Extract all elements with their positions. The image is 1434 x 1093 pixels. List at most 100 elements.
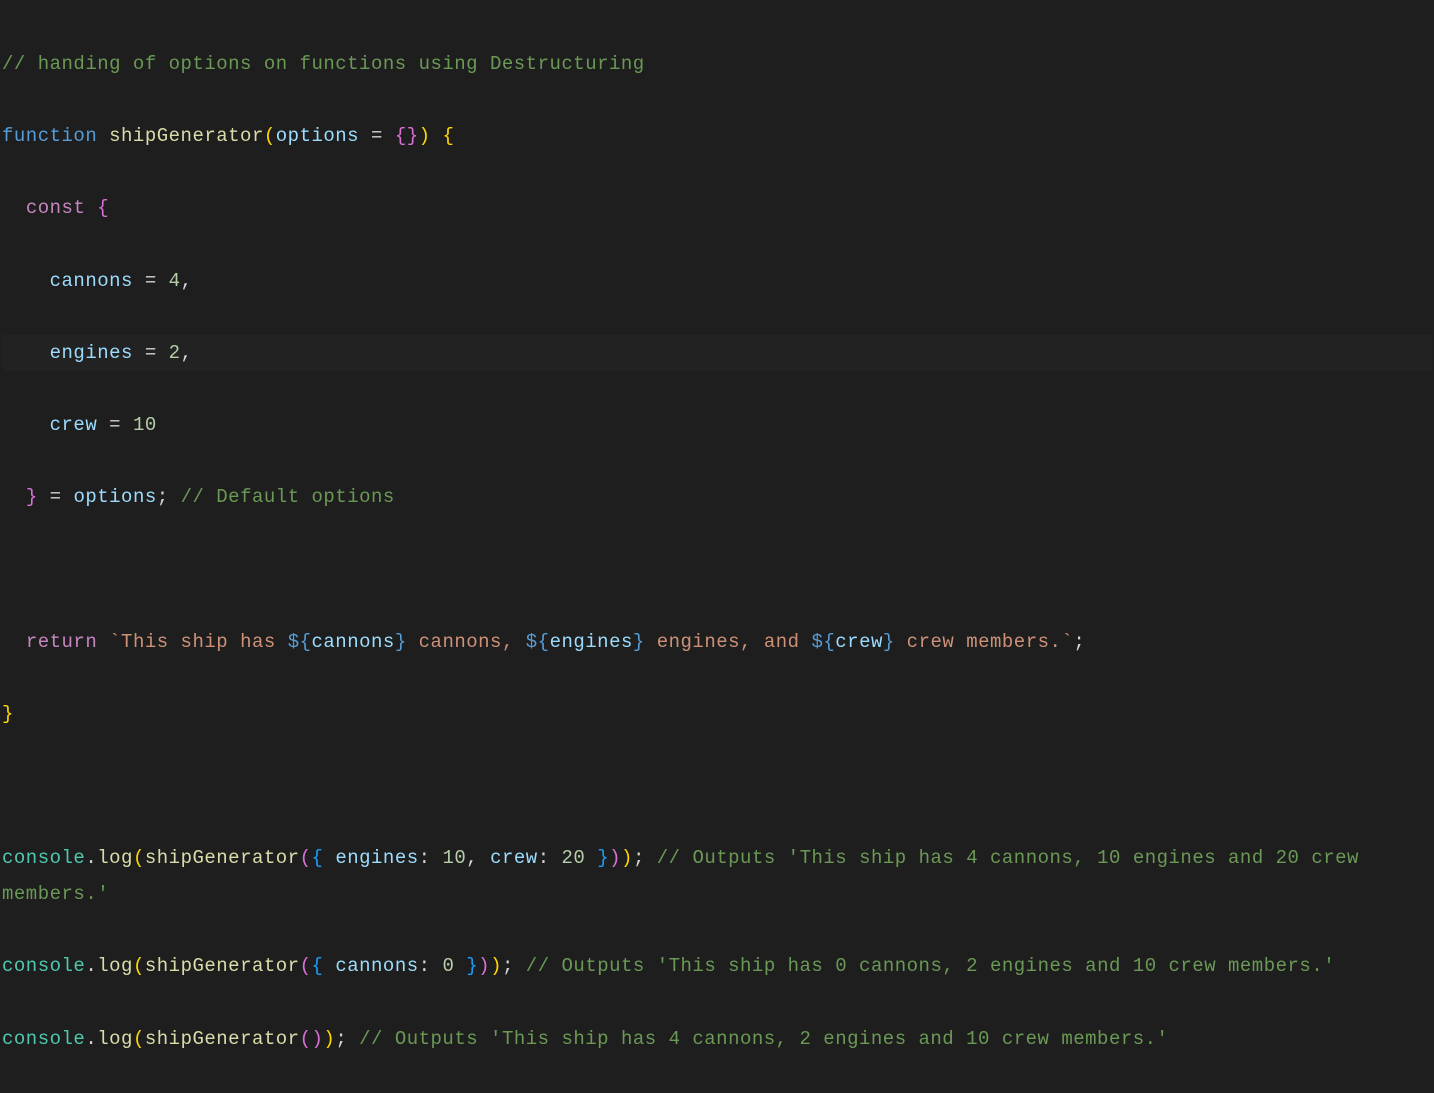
property: cannons — [335, 955, 418, 977]
function-call: shipGenerator — [145, 1028, 300, 1050]
code-line[interactable]: console.log(shipGenerator()); // Outputs… — [2, 1021, 1432, 1057]
comma: , — [181, 270, 193, 292]
brace: } — [466, 955, 478, 977]
number: 10 — [133, 414, 157, 436]
string-literal: This ship has — [121, 631, 288, 653]
paren: ( — [133, 955, 145, 977]
template-expr: ${ — [811, 631, 835, 653]
keyword: const — [26, 197, 86, 219]
brace: } — [26, 486, 38, 508]
number: 4 — [169, 270, 181, 292]
template-expr: ${ — [288, 631, 312, 653]
method: log — [97, 1028, 133, 1050]
variable: options — [73, 486, 156, 508]
function-call: shipGenerator — [145, 955, 300, 977]
operator: = — [359, 125, 395, 147]
property: engines — [335, 847, 418, 869]
dot: . — [85, 1028, 97, 1050]
comma: , — [466, 847, 478, 869]
operator: = — [133, 270, 169, 292]
paren: ( — [300, 955, 312, 977]
space — [85, 197, 97, 219]
code-line[interactable] — [2, 551, 1432, 587]
object: console — [2, 847, 85, 869]
dot: . — [85, 955, 97, 977]
colon: : — [538, 847, 550, 869]
colon: : — [419, 847, 431, 869]
method: log — [97, 847, 133, 869]
semicolon: ; — [633, 847, 645, 869]
code-line[interactable]: console.log(shipGenerator({ cannons: 0 }… — [2, 948, 1432, 984]
indent — [2, 197, 26, 219]
comment-text: // Outputs 'This ship has 0 cannons, 2 e… — [514, 955, 1335, 977]
number: 20 — [562, 847, 586, 869]
code-line[interactable]: // handing of options on functions using… — [2, 46, 1432, 82]
method: log — [97, 955, 133, 977]
paren: ( — [300, 847, 312, 869]
template-close: } — [395, 631, 407, 653]
space — [585, 847, 597, 869]
paren: ) — [490, 955, 502, 977]
brace: { — [312, 847, 324, 869]
code-line[interactable]: console.log(shipGenerator({ engines: 10,… — [2, 840, 1432, 912]
brace: } — [2, 703, 14, 725]
brace: } — [597, 847, 609, 869]
object: console — [2, 1028, 85, 1050]
brace: { — [97, 197, 109, 219]
template-close: } — [883, 631, 895, 653]
code-editor[interactable]: // handing of options on functions using… — [2, 10, 1432, 1093]
code-line[interactable]: } — [2, 696, 1432, 732]
code-line[interactable]: crew = 10 — [2, 407, 1432, 443]
code-line[interactable] — [2, 768, 1432, 804]
paren: ( — [133, 1028, 145, 1050]
property: engines — [50, 342, 133, 364]
code-line[interactable]: cannons = 4, — [2, 263, 1432, 299]
paren: ) — [478, 955, 490, 977]
property: crew — [490, 847, 538, 869]
code-line[interactable]: engines = 2, — [2, 335, 1432, 371]
indent — [2, 414, 50, 436]
brace: } — [407, 125, 419, 147]
code-line[interactable]: } = options; // Default options — [2, 479, 1432, 515]
code-line[interactable]: function shipGenerator(options = {}) { — [2, 118, 1432, 154]
backtick: ` — [1061, 631, 1073, 653]
paren: ) — [323, 1028, 335, 1050]
colon: : — [419, 955, 431, 977]
space — [550, 847, 562, 869]
comment-text: // Default options — [169, 486, 395, 508]
backtick: ` — [109, 631, 121, 653]
string-literal: cannons, — [407, 631, 526, 653]
property: crew — [50, 414, 98, 436]
parameter: options — [276, 125, 359, 147]
paren: ) — [312, 1028, 324, 1050]
paren: ( — [264, 125, 276, 147]
operator: = — [38, 486, 74, 508]
space — [323, 955, 335, 977]
number: 10 — [442, 847, 466, 869]
dot: . — [85, 847, 97, 869]
variable: engines — [550, 631, 633, 653]
semicolon: ; — [1073, 631, 1085, 653]
comment-text: // Outputs 'This ship has 4 cannons, 2 e… — [347, 1028, 1168, 1050]
keyword: return — [26, 631, 97, 653]
object: console — [2, 955, 85, 977]
operator: = — [133, 342, 169, 364]
code-line[interactable]: return `This ship has ${cannons} cannons… — [2, 624, 1432, 660]
function-name: shipGenerator — [109, 125, 264, 147]
string-literal: crew members. — [895, 631, 1062, 653]
brace: { — [312, 955, 324, 977]
space — [431, 847, 443, 869]
space — [431, 955, 443, 977]
number: 2 — [169, 342, 181, 364]
paren: ) — [609, 847, 621, 869]
paren: ( — [133, 847, 145, 869]
space — [323, 847, 335, 869]
paren: ) — [419, 125, 431, 147]
brace: { — [395, 125, 407, 147]
comment-text: // handing of options on functions using… — [2, 53, 645, 75]
semicolon: ; — [502, 955, 514, 977]
indent — [2, 486, 26, 508]
space — [454, 955, 466, 977]
paren: ( — [300, 1028, 312, 1050]
code-line[interactable]: const { — [2, 190, 1432, 226]
